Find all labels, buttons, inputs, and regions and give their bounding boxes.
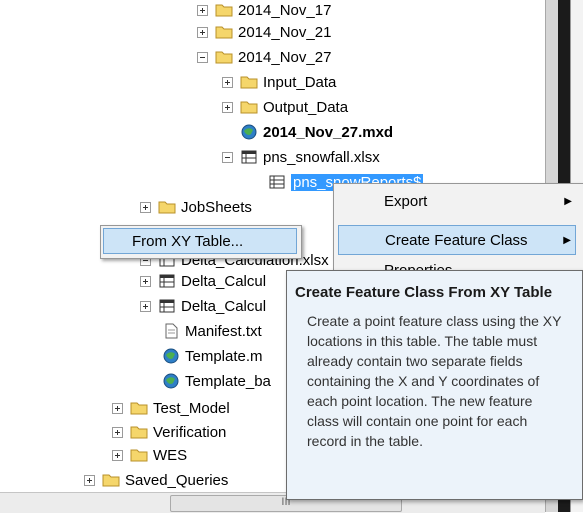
menu-item-from-xy-table[interactable]: From XY Table... [103,228,297,254]
map-document-icon [241,124,257,140]
tree-item-template[interactable]: Template.m [162,345,263,367]
tree-item-label: pns_snowfall.xlsx [263,148,380,166]
tree-item-pns-snowfall[interactable]: pns_snowfall.xlsx [222,146,380,168]
tree-item-label: 2014_Nov_17 [238,1,332,19]
tooltip-title: Create Feature Class From XY Table [295,284,553,301]
expand-icon[interactable] [140,201,151,213]
tree-item-label: 2014_Nov_27 [238,48,332,66]
workbook-icon [241,150,257,164]
menu-item-label: From XY Table... [132,233,244,250]
folder-icon [130,426,148,439]
collapse-icon[interactable] [197,51,208,63]
expand-icon[interactable] [112,402,123,414]
map-document-icon [163,373,179,389]
submenu-arrow-icon: ▶ [563,235,571,246]
folder-icon [240,76,258,89]
tree-item-label: Verification [153,423,227,441]
tooltip-body: Create a point feature class using the X… [307,313,562,449]
folder-icon [130,402,148,415]
tree-item-output-data[interactable]: Output_Data [222,96,348,118]
tree-item-template-ba[interactable]: Template_ba [162,370,271,392]
tree-item-label: JobSheets [181,198,252,216]
expand-icon[interactable] [197,4,208,16]
folder-icon [215,26,233,39]
expand-icon[interactable] [140,275,151,287]
tree-item-2014-nov-27[interactable]: 2014_Nov_27 [197,46,331,68]
tree-item-label: 2014_Nov_21 [238,23,332,41]
folder-icon [158,201,176,214]
tree-item-saved-queries[interactable]: Saved_Queries [84,469,228,491]
tree-item-2014-nov-21[interactable]: 2014_Nov_21 [197,21,331,43]
menu-item-export[interactable]: Export ▶ [338,187,576,217]
folder-icon [215,4,233,17]
tree-item-mxd[interactable]: 2014_Nov_27.mxd [240,121,393,143]
tree-item-label: Template.m [185,347,263,365]
tree-item-verification[interactable]: Verification [112,421,226,443]
folder-icon [215,51,233,64]
tree-item-label: Saved_Queries [125,471,229,489]
context-menu: Export ▶ Create Feature Class ▶ Properti… [333,183,583,279]
tree-item-label: Manifest.txt [185,322,262,340]
table-icon [269,175,285,189]
expand-icon[interactable] [222,101,233,113]
map-document-icon [163,348,179,364]
tree-item-label: WES [153,446,188,464]
menu-item-create-feature-class[interactable]: Create Feature Class ▶ [338,225,576,255]
tree-item-label: Test_Model [153,399,230,417]
expand-icon[interactable] [140,300,151,312]
tree-item-manifest[interactable]: Manifest.txt [162,320,262,342]
tree-item-2014-nov-17[interactable]: 2014_Nov_17 [197,0,331,21]
tree-item-label: 2014_Nov_27.mxd [263,123,394,141]
collapse-icon[interactable] [222,151,233,163]
folder-icon [130,449,148,462]
tree-item-jobsheets[interactable]: JobSheets [140,196,252,218]
expand-icon[interactable] [84,474,95,486]
tree-item-label: Delta_Calcul [181,297,267,315]
tree-item-test-model[interactable]: Test_Model [112,397,230,419]
submenu-arrow-icon: ▶ [564,196,572,207]
expand-icon[interactable] [197,26,208,38]
submenu: From XY Table... [100,225,302,259]
menu-item-label: Create Feature Class [385,232,528,249]
tree-item-delta-calcul-1[interactable]: Delta_Calcul [140,270,266,292]
tree-item-delta-calcul-2[interactable]: Delta_Calcul [140,295,266,317]
expand-icon[interactable] [222,76,233,88]
tooltip: Create Feature Class From XY Table Creat… [286,270,583,500]
expand-icon[interactable] [112,449,123,461]
tree-item-input-data[interactable]: Input_Data [222,71,336,93]
menu-item-label: Export [384,193,428,210]
expand-icon[interactable] [112,426,123,438]
tree-item-label: Input_Data [263,73,337,91]
folder-icon [240,101,258,114]
tree-item-wes[interactable]: WES [112,444,187,466]
text-file-icon [165,323,178,339]
tree-item-label: Delta_Calcul [181,272,267,290]
workbook-icon [159,299,175,313]
tree-item-label: Template_ba [185,372,271,390]
tree-item-label: Output_Data [263,98,349,116]
folder-icon [102,474,120,487]
workbook-icon [159,274,175,288]
